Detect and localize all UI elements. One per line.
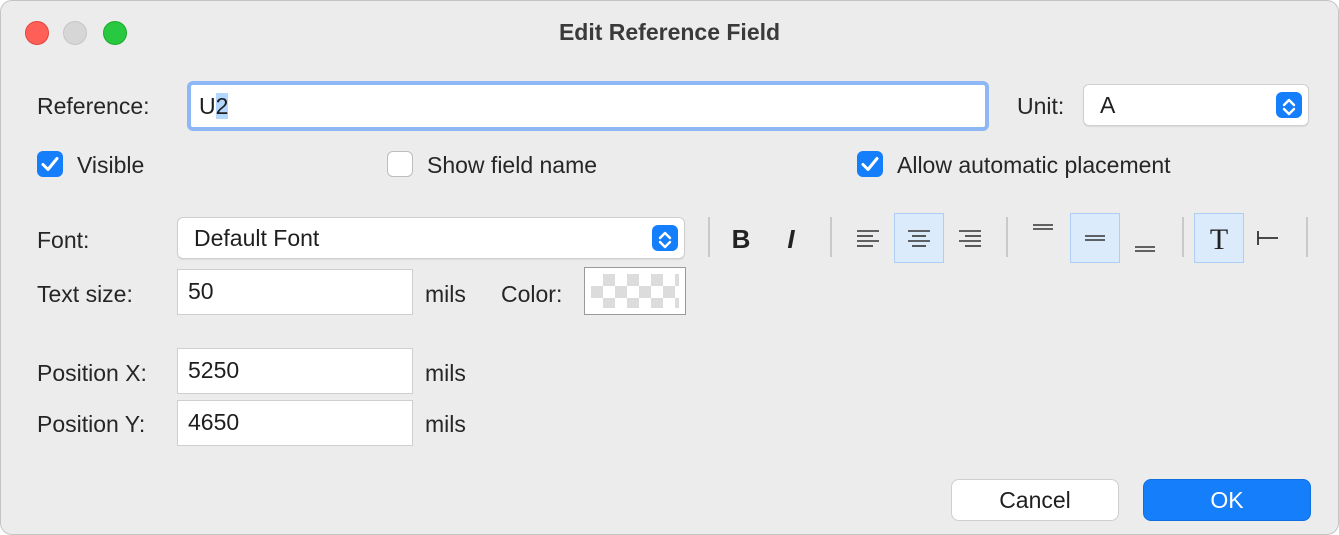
unit-label: Unit: bbox=[1017, 93, 1065, 119]
font-select[interactable]: Default Font bbox=[177, 217, 685, 259]
position-x-label: Position X: bbox=[37, 360, 147, 386]
align-center-button[interactable] bbox=[894, 213, 944, 263]
font-label: Font: bbox=[37, 227, 90, 253]
text-size-label: Text size: bbox=[37, 281, 133, 307]
text-t-icon: T bbox=[1209, 223, 1229, 256]
text-size-unit: mils bbox=[425, 281, 466, 307]
valign-bottom-button[interactable] bbox=[1120, 213, 1170, 263]
visible-label[interactable]: Visible bbox=[77, 152, 144, 179]
color-label: Color: bbox=[501, 281, 563, 307]
ok-button[interactable]: OK bbox=[1143, 479, 1311, 521]
position-y-input[interactable]: 4650 bbox=[177, 400, 413, 446]
text-mode-button[interactable]: T bbox=[1194, 213, 1244, 263]
dimension-button[interactable] bbox=[1244, 213, 1294, 263]
valign-center-icon bbox=[1085, 235, 1105, 241]
position-y-unit: mils bbox=[425, 411, 466, 437]
align-right-button[interactable] bbox=[944, 213, 994, 263]
toolbar-separator bbox=[1006, 217, 1008, 257]
toolbar-separator bbox=[1306, 217, 1308, 257]
allow-automatic-placement-label[interactable]: Allow automatic placement bbox=[897, 152, 1171, 179]
text-size-input[interactable]: 50 bbox=[177, 269, 413, 315]
position-x-input[interactable]: 5250 bbox=[177, 348, 413, 394]
align-right-icon bbox=[959, 230, 981, 247]
unit-value: A bbox=[1100, 92, 1116, 118]
bold-button[interactable]: B bbox=[716, 213, 766, 263]
reference-label: Reference: bbox=[37, 93, 150, 119]
valign-bottom-icon bbox=[1135, 246, 1155, 252]
italic-button[interactable]: I bbox=[766, 213, 816, 263]
checkmark-icon bbox=[41, 157, 59, 171]
font-stepper-icon bbox=[652, 225, 678, 251]
align-left-icon bbox=[857, 230, 879, 247]
reference-selected-text: 2 bbox=[215, 93, 229, 119]
valign-top-button[interactable] bbox=[1018, 213, 1068, 263]
cancel-button[interactable]: Cancel bbox=[951, 479, 1119, 521]
position-x-unit: mils bbox=[425, 360, 466, 386]
checkmark-icon bbox=[861, 157, 879, 171]
toolbar-separator bbox=[830, 217, 832, 257]
visible-checkbox[interactable] bbox=[37, 151, 63, 177]
position-y-label: Position Y: bbox=[37, 411, 146, 437]
reference-value-text: U bbox=[199, 93, 216, 119]
bold-icon: B bbox=[731, 224, 751, 254]
window-title: Edit Reference Field bbox=[558, 19, 781, 45]
unit-select[interactable]: A bbox=[1083, 84, 1309, 126]
reference-input[interactable]: U2 bbox=[187, 81, 989, 131]
toolbar-separator bbox=[708, 217, 710, 257]
show-field-name-checkbox[interactable] bbox=[387, 151, 413, 177]
edit-reference-field-dialog: Edit Reference Field Reference: U2 Unit:… bbox=[0, 0, 1339, 535]
title-bar: Edit Reference Field bbox=[1, 1, 1338, 65]
unit-stepper-icon bbox=[1276, 92, 1302, 118]
align-center-icon bbox=[908, 230, 930, 247]
transparent-checkerboard bbox=[591, 274, 679, 308]
toolbar-separator bbox=[1182, 217, 1184, 257]
valign-center-button[interactable] bbox=[1070, 213, 1120, 263]
align-left-button[interactable] bbox=[844, 213, 894, 263]
color-swatch-button[interactable] bbox=[584, 267, 686, 315]
show-field-name-label[interactable]: Show field name bbox=[427, 152, 597, 179]
allow-automatic-placement-checkbox[interactable] bbox=[857, 151, 883, 177]
dimension-icon bbox=[1257, 231, 1278, 245]
font-value: Default Font bbox=[194, 225, 320, 251]
italic-icon: I bbox=[787, 224, 795, 254]
valign-top-icon bbox=[1033, 224, 1053, 230]
